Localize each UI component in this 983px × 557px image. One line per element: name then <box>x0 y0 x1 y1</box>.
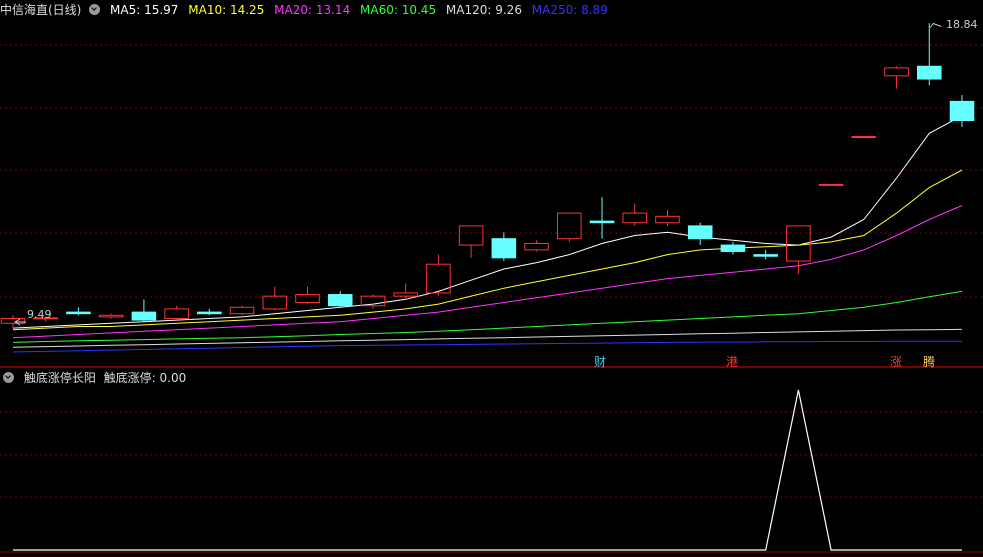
ma-line-ma250 <box>12 340 962 353</box>
candle-body <box>720 244 746 252</box>
candle-body <box>66 311 91 315</box>
event-tag-gang[interactable]: 港 <box>726 355 738 369</box>
stock-name: 中信海直(日线) <box>0 3 82 17</box>
ma20-label: MA20: 13.14 <box>274 3 351 17</box>
candle-body <box>164 308 189 319</box>
candle-body <box>458 225 484 246</box>
event-tag-teng[interactable]: 腾 <box>923 355 935 369</box>
candle-body <box>949 100 975 122</box>
event-tag-zhang[interactable]: 涨 <box>890 355 902 369</box>
indicator-header: 触底涨停长阳 触底涨停: 0.00 <box>0 370 192 386</box>
candle-body <box>818 183 844 186</box>
dropdown-icon[interactable] <box>3 372 14 383</box>
event-tag-cai[interactable]: 财 <box>594 355 606 369</box>
candle-body <box>655 215 680 224</box>
high-marker-icon <box>929 22 942 28</box>
ma120-label: MA120: 9.26 <box>445 3 522 17</box>
chart-canvas <box>0 22 983 553</box>
ma10-label: MA10: 14.25 <box>188 3 265 17</box>
indicator-line <box>13 389 962 551</box>
candle-body <box>687 225 713 240</box>
candle-body <box>884 67 909 77</box>
candle-body <box>622 212 648 224</box>
candle-body <box>327 294 353 307</box>
candle-body <box>262 295 288 310</box>
candle-body <box>229 306 255 315</box>
candle-body <box>393 292 418 297</box>
candle-body <box>197 311 222 315</box>
ma250-label: MA250: 8.89 <box>531 3 608 17</box>
low-price-label: 9.49 <box>27 308 52 321</box>
indicator-value: 触底涨停: 0.00 <box>103 371 187 385</box>
main-chart-header: 中信海直(日线) MA5: 15.97 MA10: 14.25 MA20: 13… <box>0 2 614 18</box>
ma-line-ma5 <box>12 115 963 329</box>
candle-body <box>0 317 26 324</box>
candle-body <box>753 254 778 257</box>
ma60-label: MA60: 10.45 <box>360 3 437 17</box>
ma-line-ma10 <box>12 169 963 331</box>
dropdown-icon[interactable] <box>89 4 101 15</box>
candle-body <box>589 220 615 224</box>
indicator-title: 触底涨停长阳 <box>23 371 96 385</box>
ma5-label: MA5: 15.97 <box>110 3 179 17</box>
candle-body <box>131 311 157 321</box>
candle-body <box>295 294 320 304</box>
candle-body <box>98 314 124 318</box>
high-price-label: 18.84 <box>946 18 978 31</box>
candle-body <box>916 65 942 80</box>
candle-body <box>851 136 877 139</box>
candle-body <box>491 238 517 259</box>
candle-body <box>557 212 582 240</box>
candle-body <box>524 242 549 251</box>
